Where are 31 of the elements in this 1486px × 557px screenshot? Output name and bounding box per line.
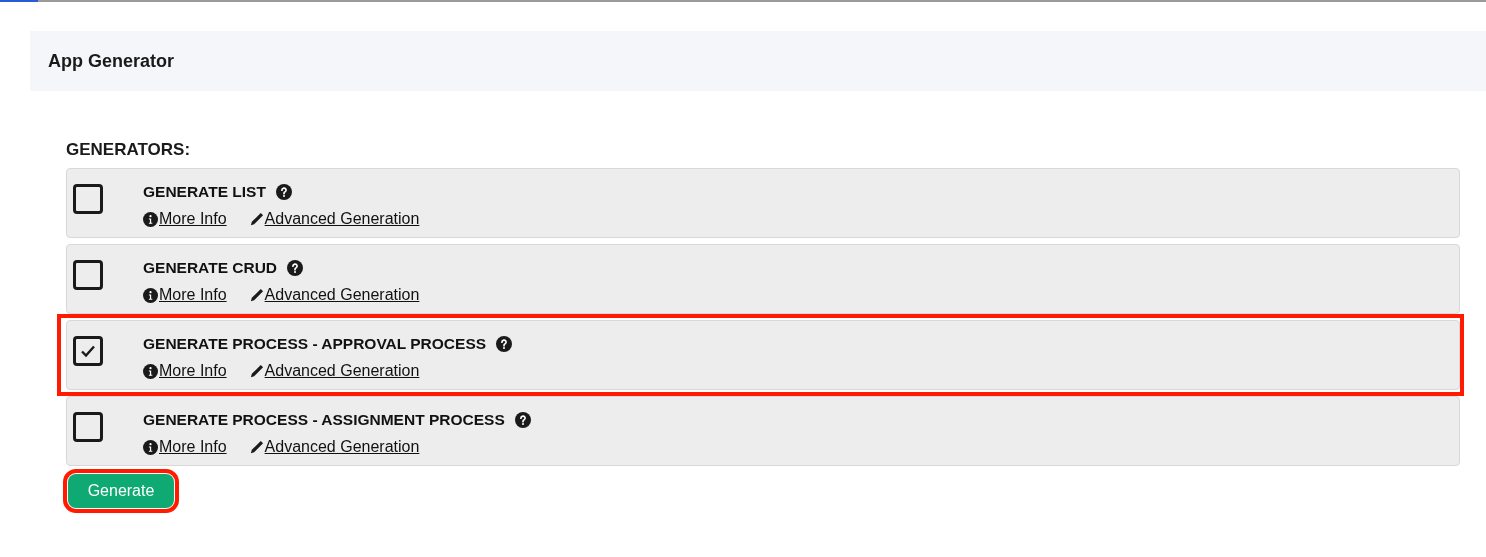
section-label: GENERATORS:: [66, 139, 192, 157]
info-link[interactable]: More Info: [159, 283, 227, 307]
help-icon[interactable]: [275, 184, 292, 200]
pencil-icon: [248, 363, 264, 379]
info-link[interactable]: Advanced Generation: [264, 435, 420, 459]
info-link[interactable]: Advanced Generation: [264, 359, 420, 383]
info-link[interactable]: More Info: [159, 359, 227, 383]
page-title: App Generator: [48, 49, 175, 73]
checkbox[interactable]: [73, 336, 103, 366]
help-icon[interactable]: [496, 336, 513, 352]
info-icon: [143, 363, 158, 379]
pencil-icon: [248, 211, 264, 227]
info-icon: [143, 439, 158, 455]
info-link[interactable]: Advanced Generation: [264, 207, 420, 231]
checkbox[interactable]: [73, 260, 103, 290]
info-link[interactable]: Advanced Generation: [264, 283, 420, 307]
generator-title: GENERATE CRUD: [143, 258, 278, 279]
generator-title: GENERATE PROCESS - ASSIGNMENT PROCESS: [143, 410, 505, 431]
generator-title: GENERATE PROCESS - APPROVAL PROCESS: [143, 334, 487, 355]
info-link[interactable]: More Info: [159, 207, 227, 231]
pencil-icon: [248, 287, 264, 303]
check-icon: [80, 344, 96, 358]
checkbox[interactable]: [73, 412, 103, 442]
help-icon[interactable]: [514, 412, 531, 428]
help-icon[interactable]: [287, 260, 304, 276]
info-link[interactable]: More Info: [159, 435, 227, 459]
generator-title: GENERATE LIST: [143, 182, 266, 203]
pencil-icon: [248, 439, 264, 455]
checkbox[interactable]: [73, 184, 103, 214]
info-icon: [143, 211, 158, 227]
info-icon: [143, 287, 158, 303]
